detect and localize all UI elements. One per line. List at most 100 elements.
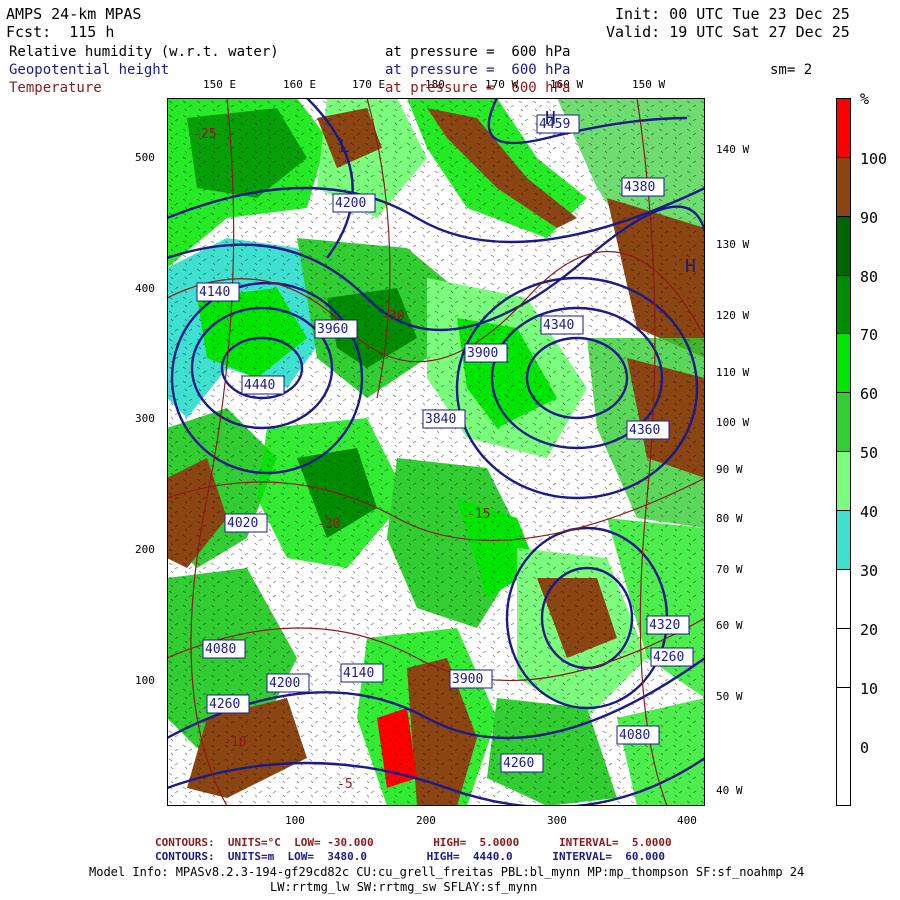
colorbar-tick: 0 (860, 739, 870, 757)
height-label: 4459 (536, 114, 580, 134)
svg-text:4200: 4200 (269, 676, 300, 691)
colorbar-bin (836, 276, 851, 334)
height-label: 4260 (650, 647, 694, 667)
x-tick-label: 200 (416, 814, 436, 827)
colorbar-tick: 10 (860, 680, 879, 698)
svg-text:4080: 4080 (619, 728, 650, 743)
svg-text:4320: 4320 (649, 618, 680, 633)
y-tick-label: 500 (135, 151, 155, 164)
right-lon-label: 90 W (716, 463, 743, 476)
svg-text:4080: 4080 (205, 642, 236, 657)
svg-text:4140: 4140 (199, 285, 230, 300)
right-lon-label: 110 W (716, 366, 750, 379)
right-lon-label: 70 W (716, 563, 743, 576)
height-label: 4080 (616, 725, 660, 745)
height-label: 4360 (626, 420, 670, 440)
height-label: 4260 (206, 694, 250, 714)
height-label: 3900 (449, 669, 493, 689)
svg-text:3900: 3900 (452, 672, 483, 687)
svg-text:4260: 4260 (209, 697, 240, 712)
temp-label: -25 (193, 127, 216, 142)
height-label: 4380 (621, 177, 665, 197)
y-tick-label: 200 (135, 543, 155, 556)
temp-label: -15 (467, 507, 490, 522)
colorbar-bin (836, 570, 851, 629)
colorbar-bin (836, 217, 851, 276)
colorbar-bin (836, 158, 851, 217)
colorbar-tick: 80 (860, 268, 879, 286)
svg-text:3840: 3840 (425, 412, 456, 427)
colorbar (836, 98, 851, 806)
colorbar-bin (836, 452, 851, 511)
colorbar-tick: 70 (860, 326, 879, 344)
height-label: 4080 (202, 639, 246, 659)
right-lon-label: 60 W (716, 619, 743, 632)
height-label: 3840 (422, 409, 466, 429)
height-label: 4340 (540, 315, 584, 335)
svg-text:4360: 4360 (629, 423, 660, 438)
colorbar-bin (836, 688, 851, 806)
y-tick-label: 100 (135, 674, 155, 687)
field-rh-level: at pressure = 600 hPa (385, 44, 571, 60)
height-label: 4200 (332, 193, 376, 213)
colorbar-tick: 30 (860, 562, 879, 580)
x-tick-label: 300 (547, 814, 567, 827)
low-marker: L (339, 136, 350, 157)
height-label: 4440 (241, 375, 285, 395)
colorbar-unit: % (860, 90, 870, 108)
svg-text:3900: 3900 (467, 346, 498, 361)
svg-text:4380: 4380 (624, 180, 655, 195)
field-rh-name: Relative humidity (w.r.t. water) (9, 44, 279, 60)
colorbar-tick: 60 (860, 385, 879, 403)
svg-text:4200: 4200 (335, 196, 366, 211)
colorbar-tick: 90 (860, 209, 879, 227)
svg-text:4140: 4140 (343, 666, 374, 681)
forecast-hour: Fcst: 115 h (6, 23, 115, 41)
height-label: 4140 (340, 663, 384, 683)
smoothing-label: sm= 2 (770, 62, 813, 78)
y-tick-label: 400 (135, 282, 155, 295)
height-contour-info: CONTOURS: UNITS=m LOW= 3480.0 HIGH= 4440… (155, 850, 665, 863)
right-lon-label: 120 W (716, 309, 750, 322)
field-height-level: at pressure = 600 hPa (385, 62, 571, 78)
colorbar-tick: 20 (860, 621, 879, 639)
svg-text:4020: 4020 (227, 516, 258, 531)
valid-time: Valid: 19 UTC Sat 27 Dec 25 (606, 23, 850, 41)
top-lon-label: 160 E (283, 78, 317, 91)
right-lon-label: 80 W (716, 512, 743, 525)
height-label: 3960 (314, 319, 358, 339)
top-lon-label: 150 W (632, 78, 666, 91)
colorbar-bin (836, 334, 851, 393)
colorbar-bin (836, 511, 851, 570)
field-temp-name: Temperature (9, 80, 102, 96)
height-label: 4260 (500, 753, 544, 773)
temp-label: -30 (381, 309, 404, 324)
svg-text:4340: 4340 (543, 318, 574, 333)
right-lon-label: 50 W (716, 690, 743, 703)
colorbar-tick: 40 (860, 503, 879, 521)
colorbar-bin (836, 629, 851, 688)
height-label: 4140 (196, 282, 240, 302)
map-plot-area: 4459 4380 4200 4140 3960 4440 3840 3900 … (167, 98, 705, 806)
x-tick-label: 100 (285, 814, 305, 827)
temp-label: -5 (337, 777, 353, 792)
svg-text:4260: 4260 (503, 756, 534, 771)
high-marker: H (685, 256, 696, 277)
top-lon-label: 170 E (352, 78, 386, 91)
x-tick-label: 400 (677, 814, 697, 827)
field-temp-level: at pressure = 600 hPa (385, 80, 571, 96)
height-label: 4200 (266, 673, 310, 693)
field-height-name: Geopotential height (9, 62, 170, 78)
right-lon-label: 130 W (716, 238, 750, 251)
svg-text:4440: 4440 (244, 378, 275, 393)
model-info-line-2: LW:rrtmg_lw SW:rrtmg_sw SFLAY:sf_mynn (270, 880, 538, 894)
high-marker: H (545, 108, 556, 129)
colorbar-bin (836, 393, 851, 452)
temp-label: -10 (223, 735, 246, 750)
init-time: Init: 00 UTC Tue 23 Dec 25 (615, 5, 850, 23)
height-label: 4020 (224, 513, 268, 533)
top-lon-label: 150 E (203, 78, 237, 91)
right-lon-label: 140 W (716, 143, 750, 156)
y-tick-label: 300 (135, 412, 155, 425)
colorbar-tick: 50 (860, 444, 879, 462)
